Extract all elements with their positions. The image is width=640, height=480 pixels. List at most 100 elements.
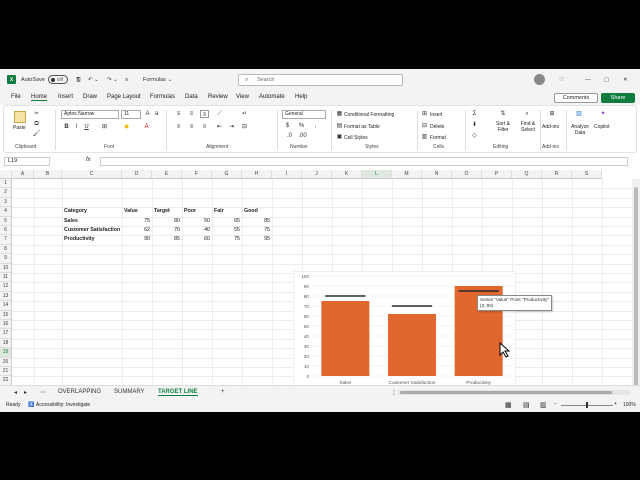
zoom-slider-thumb[interactable] [586,402,588,408]
tab-view[interactable]: View [236,94,249,100]
minimize-icon[interactable]: — [585,69,591,91]
format-painter-icon[interactable]: 🖌 [32,130,41,138]
redo-icon[interactable]: ↷ ⌄ [107,69,118,91]
column-header-g[interactable]: G [212,170,242,179]
vertical-scrollbar[interactable] [632,179,640,412]
column-header-e[interactable]: E [152,170,182,179]
search-input[interactable]: ⌕ Search [238,74,403,86]
decrease-font-icon[interactable]: a [152,110,161,118]
sort-filter-button[interactable]: Sort & Filter [492,121,514,133]
table-header-cell[interactable]: Good [244,207,270,216]
zoom-level[interactable]: 100% [623,402,636,408]
copilot-button[interactable]: Copilot [594,124,610,130]
row-header-1[interactable]: 1 [0,179,12,189]
format-as-table-button[interactable]: Format as Table [344,124,380,130]
align-top-icon[interactable]: ≡ [174,110,183,118]
tab-draw[interactable]: Draw [83,94,97,100]
tab-help[interactable]: Help [295,94,307,100]
tab-file[interactable]: File [11,94,21,100]
column-header-h[interactable]: H [242,170,272,179]
customize-toolbar-icon[interactable]: ≡ [125,69,128,91]
sheet-tab-target-line[interactable]: TARGET LINE [158,389,198,396]
add-sheet-icon[interactable]: + [221,389,225,395]
table-cell[interactable]: Sales [64,217,120,226]
autosave-toggle[interactable]: Off [48,75,68,84]
normal-view-icon[interactable]: ▦ [505,401,512,409]
undo-icon[interactable]: ↶ ⌄ [88,69,99,91]
save-icon[interactable]: 🖫 [76,69,81,91]
currency-icon[interactable]: $ [283,122,292,130]
tab-page-layout[interactable]: Page Layout [107,94,141,100]
row-header-17[interactable]: 17 [0,329,12,339]
italic-icon[interactable]: I [72,123,81,131]
column-header-p[interactable]: P [482,170,512,179]
table-header-cell[interactable]: Poor [184,207,210,216]
table-cell[interactable]: 65 [214,217,240,226]
table-cell[interactable]: 75 [124,217,150,226]
merge-center-icon[interactable]: ⊟ [240,123,249,131]
table-header-cell[interactable]: Value [124,207,150,216]
row-header-10[interactable]: 10 [0,263,12,273]
column-header-c[interactable]: C [62,170,122,179]
tab-review[interactable]: Review [208,94,228,100]
lightbulb-icon[interactable]: ♡ [559,69,564,91]
font-name-select[interactable]: Aptos Narrow [61,110,119,119]
table-cell[interactable]: 75 [214,235,240,244]
row-header-15[interactable]: 15 [0,310,12,320]
row-header-3[interactable]: 3 [0,197,12,208]
delete-cells-button[interactable]: Delete [430,124,444,130]
column-header-a[interactable]: A [12,170,34,179]
cell-styles-button[interactable]: Cell Styles [344,135,368,141]
align-bottom-icon[interactable]: ≡ [200,110,209,118]
document-name[interactable]: Formulas ⌄ [143,69,172,91]
page-layout-view-icon[interactable]: ▤ [523,401,530,409]
column-header-k[interactable]: K [332,170,362,179]
zoom-out-icon[interactable]: − [554,401,557,407]
increase-font-icon[interactable]: A [143,110,152,118]
sheet-options-icon[interactable]: ⋮ [391,389,397,396]
wrap-text-icon[interactable]: ↵ [240,110,249,118]
autosum-icon[interactable]: Σ [470,110,479,118]
vertical-scroll-thumb[interactable] [634,187,638,412]
name-box[interactable]: L19 [4,157,50,166]
table-cell[interactable]: 80 [154,217,180,226]
row-header-13[interactable]: 13 [0,291,12,302]
table-cell[interactable]: 95 [244,235,270,244]
indent-decrease-icon[interactable]: ⇤ [215,123,224,131]
row-header-14[interactable]: 14 [0,301,12,311]
paste-icon[interactable] [14,111,26,123]
bold-icon[interactable]: B [62,123,71,131]
font-size-select[interactable]: 11 [121,110,141,119]
row-header-16[interactable]: 16 [0,320,12,330]
table-cell[interactable]: Productivity [64,235,120,244]
table-header-cell[interactable]: Fair [214,207,240,216]
cut-icon[interactable]: ✂ [32,110,41,118]
table-cell[interactable]: 85 [154,235,180,244]
sheet-tab-summary[interactable]: SUMMARY [114,389,145,395]
column-header-b[interactable]: B [34,170,62,179]
paste-button[interactable]: Paste [13,125,26,131]
conditional-formatting-button[interactable]: Conditional Formatting [344,112,394,118]
table-cell[interactable]: 55 [214,226,240,235]
row-header-7[interactable]: 7 [0,235,12,245]
row-header-5[interactable]: 5 [0,216,12,226]
bullet-chart[interactable]: 0 10 20 30 40 50 60 70 80 90 100 Sales Customer Sati… [293,271,516,402]
column-header-d[interactable]: D [122,170,152,179]
copy-icon[interactable]: ⧉ [32,120,41,128]
orientation-icon[interactable]: ⟋ [215,110,224,118]
column-header-o[interactable]: O [452,170,482,179]
indent-increase-icon[interactable]: ⇥ [227,123,236,131]
tab-formulas[interactable]: Formulas [150,94,175,100]
sheet-list-icon[interactable]: ⋯ [40,389,46,396]
select-all-corner[interactable] [0,170,12,179]
maximize-icon[interactable]: ▢ [604,69,609,91]
row-header-4[interactable]: 4 [0,207,12,217]
row-header-11[interactable]: 11 [0,273,12,283]
column-header-l[interactable]: L [362,170,392,179]
table-cell[interactable]: 40 [184,226,210,235]
row-header-6[interactable]: 6 [0,226,12,236]
column-header-f[interactable]: F [182,170,212,179]
comments-button[interactable]: Comments [554,93,598,103]
avatar[interactable] [534,74,545,85]
align-left-icon[interactable]: ≡ [174,123,183,131]
